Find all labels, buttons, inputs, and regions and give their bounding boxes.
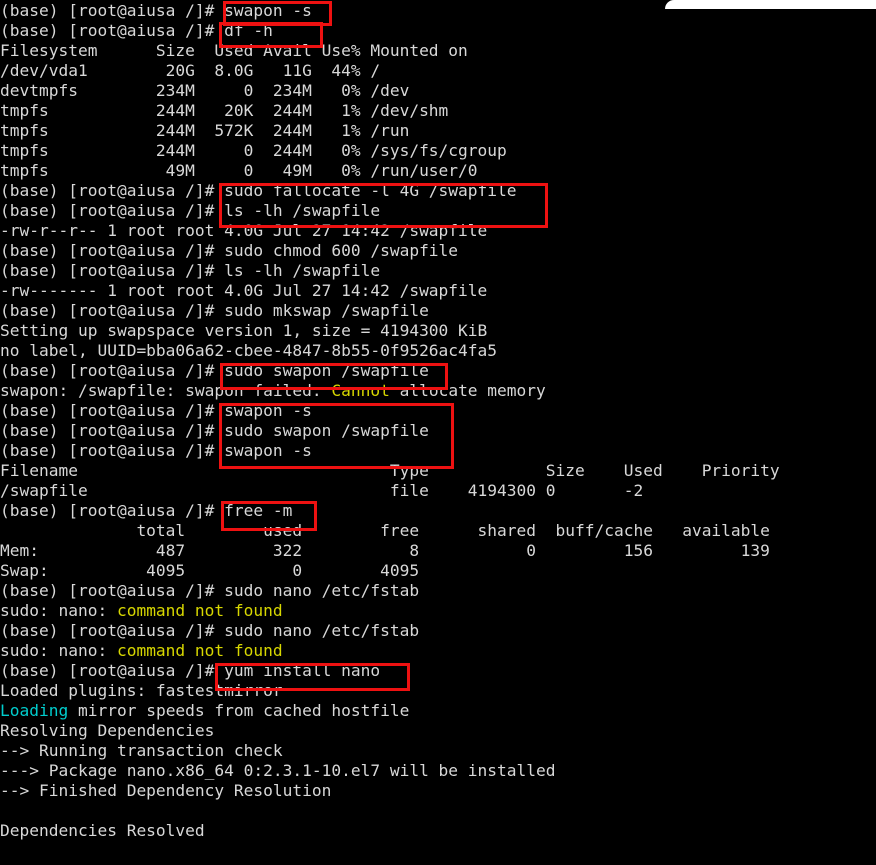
terminal-line-text: (base) [root@aiusa /]# free -m xyxy=(0,501,293,520)
terminal-line: -rw-r--r-- 1 root root 4.0G Jul 27 14:42… xyxy=(0,221,876,241)
terminal-line: (base) [root@aiusa /]# sudo nano /etc/fs… xyxy=(0,621,876,641)
terminal-line: devtmpfs 234M 0 234M 0% /dev xyxy=(0,81,876,101)
terminal-line: --> Running transaction check xyxy=(0,741,876,761)
terminal-line: (base) [root@aiusa /]# df -h xyxy=(0,21,876,41)
terminal-line: Swap: 4095 0 4095 xyxy=(0,561,876,581)
terminal-line: (base) [root@aiusa /]# sudo mkswap /swap… xyxy=(0,301,876,321)
terminal-line: total used free shared buff/cache availa… xyxy=(0,521,876,541)
terminal-line-segment: Cannot xyxy=(331,381,390,400)
terminal-line-text: -rw-r--r-- 1 root root 4.0G Jul 27 14:42… xyxy=(0,221,488,240)
terminal-line-text: (base) [root@aiusa /]# sudo swapon /swap… xyxy=(0,361,429,380)
terminal-line-text: Resolving Dependencies xyxy=(0,721,215,740)
terminal-line: Loading mirror speeds from cached hostfi… xyxy=(0,701,876,721)
terminal-line-text: ---> Package nano.x86_64 0:2.3.1-10.el7 … xyxy=(0,761,556,780)
terminal-line: (base) [root@aiusa /]# free -m xyxy=(0,501,876,521)
terminal-line: (base) [root@aiusa /]# swapon -s xyxy=(0,401,876,421)
terminal-line-text: (base) [root@aiusa /]# sudo mkswap /swap… xyxy=(0,301,429,320)
terminal-line-text: (base) [root@aiusa /]# swapon -s xyxy=(0,441,312,460)
terminal-line: (base) [root@aiusa /]# sudo nano /etc/fs… xyxy=(0,581,876,601)
terminal-line: tmpfs 49M 0 49M 0% /run/user/0 xyxy=(0,161,876,181)
terminal-line: swapon: /swapfile: swapon failed: Cannot… xyxy=(0,381,876,401)
terminal-line: tmpfs 244M 0 244M 0% /sys/fs/cgroup xyxy=(0,141,876,161)
terminal-line-text: Filesystem Size Used Avail Use% Mounted … xyxy=(0,41,468,60)
terminal-line-segment: sudo: nano: xyxy=(0,601,117,620)
terminal-line-text: (base) [root@aiusa /]# swapon -s xyxy=(0,1,312,20)
terminal-line-text: --> Running transaction check xyxy=(0,741,283,760)
terminal-line-text: Mem: 487 322 8 0 156 139 xyxy=(0,541,770,560)
terminal-line: Resolving Dependencies xyxy=(0,721,876,741)
terminal-line-text: (base) [root@aiusa /]# df -h xyxy=(0,21,273,40)
terminal-line-text: Filename Type Size Used Priority xyxy=(0,461,780,480)
terminal-line-text: (base) [root@aiusa /]# sudo fallocate -l… xyxy=(0,181,517,200)
terminal-line: (base) [root@aiusa /]# yum install nano xyxy=(0,661,876,681)
terminal-line-text: (base) [root@aiusa /]# swapon -s xyxy=(0,401,312,420)
terminal-line: Loaded plugins: fastestmirror xyxy=(0,681,876,701)
terminal-line-text: (base) [root@aiusa /]# sudo chmod 600 /s… xyxy=(0,241,459,260)
terminal-line-segment: sudo: nano: xyxy=(0,641,117,660)
terminal-line-text: Setting up swapspace version 1, size = 4… xyxy=(0,321,488,340)
terminal-line: /dev/vda1 20G 8.0G 11G 44% / xyxy=(0,61,876,81)
terminal-line-text: (base) [root@aiusa /]# sudo nano /etc/fs… xyxy=(0,621,420,640)
terminal-line: sudo: nano: command not found xyxy=(0,641,876,661)
terminal-line-text: tmpfs 244M 572K 244M 1% /run xyxy=(0,121,410,140)
terminal-output[interactable]: (base) [root@aiusa /]# swapon -s (base) [… xyxy=(0,0,876,861)
terminal-line-text: devtmpfs 234M 0 234M 0% /dev xyxy=(0,81,410,100)
terminal-line-text: (base) [root@aiusa /]# ls -lh /swapfile xyxy=(0,261,381,280)
terminal-line: (base) [root@aiusa /]# sudo chmod 600 /s… xyxy=(0,241,876,261)
terminal-line-text: tmpfs 49M 0 49M 0% /run/user/0 xyxy=(0,161,478,180)
terminal-line: Mem: 487 322 8 0 156 139 xyxy=(0,541,876,561)
terminal-line: tmpfs 244M 572K 244M 1% /run xyxy=(0,121,876,141)
terminal-line: Dependencies Resolved xyxy=(0,821,876,841)
terminal-line: Filesystem Size Used Avail Use% Mounted … xyxy=(0,41,876,61)
terminal-line-segment: swapon: /swapfile: swapon failed: xyxy=(0,381,332,400)
terminal-line-text: --> Finished Dependency Resolution xyxy=(0,781,332,800)
terminal-line-text: (base) [root@aiusa /]# yum install nano xyxy=(0,661,381,680)
terminal-line-segment: Loading xyxy=(0,701,69,720)
terminal-line-text: total used free shared buff/cache availa… xyxy=(0,521,770,540)
terminal-line: --> Finished Dependency Resolution xyxy=(0,781,876,801)
terminal-line-segment: mirror speeds from cached hostfile xyxy=(68,701,410,720)
terminal-line: (base) [root@aiusa /]# sudo swapon /swap… xyxy=(0,361,876,381)
terminal-line: (base) [root@aiusa /]# ls -lh /swapfile xyxy=(0,201,876,221)
terminal-line: sudo: nano: command not found xyxy=(0,601,876,621)
terminal-line-text: (base) [root@aiusa /]# sudo swapon /swap… xyxy=(0,421,429,440)
terminal-line: (base) [root@aiusa /]# sudo fallocate -l… xyxy=(0,181,876,201)
terminal-line-text: Dependencies Resolved xyxy=(0,821,205,840)
terminal-line: (base) [root@aiusa /]# swapon -s xyxy=(0,0,876,21)
terminal-line: (base) [root@aiusa /]# sudo swapon /swap… xyxy=(0,421,876,441)
terminal-line-text: no label, UUID=bba06a62-cbee-4847-8b55-0… xyxy=(0,341,498,360)
terminal-line: (base) [root@aiusa /]# ls -lh /swapfile xyxy=(0,261,876,281)
terminal-line-text: tmpfs 244M 20K 244M 1% /dev/shm xyxy=(0,101,449,120)
terminal-line: /swapfile file 4194300 0 -2 xyxy=(0,481,876,501)
terminal-screen: (base) [root@aiusa /]# swapon -s (base) [… xyxy=(0,0,876,865)
terminal-line: Setting up swapspace version 1, size = 4… xyxy=(0,321,876,341)
terminal-line: ---> Package nano.x86_64 0:2.3.1-10.el7 … xyxy=(0,761,876,781)
terminal-line-text: Loaded plugins: fastestmirror xyxy=(0,681,283,700)
terminal-line-text: (base) [root@aiusa /]# ls -lh /swapfile xyxy=(0,201,381,220)
terminal-line-text: /dev/vda1 20G 8.0G 11G 44% / xyxy=(0,61,381,80)
terminal-line: -rw------- 1 root root 4.0G Jul 27 14:42… xyxy=(0,281,876,301)
terminal-line-text: /swapfile file 4194300 0 -2 xyxy=(0,481,644,500)
terminal-line: no label, UUID=bba06a62-cbee-4847-8b55-0… xyxy=(0,341,876,361)
terminal-line-text: (base) [root@aiusa /]# sudo nano /etc/fs… xyxy=(0,581,420,600)
terminal-line-text: Swap: 4095 0 4095 xyxy=(0,561,420,580)
terminal-line-text: tmpfs 244M 0 244M 0% /sys/fs/cgroup xyxy=(0,141,507,160)
terminal-line-text: -rw------- 1 root root 4.0G Jul 27 14:42… xyxy=(0,281,488,300)
terminal-line-segment: command not found xyxy=(116,601,283,620)
terminal-line: (base) [root@aiusa /]# swapon -s xyxy=(0,441,876,461)
terminal-line: Filename Type Size Used Priority xyxy=(0,461,876,481)
terminal-line: tmpfs 244M 20K 244M 1% /dev/shm xyxy=(0,101,876,121)
terminal-line-segment: command not found xyxy=(116,641,283,660)
terminal-line-segment: allocate memory xyxy=(389,381,546,400)
